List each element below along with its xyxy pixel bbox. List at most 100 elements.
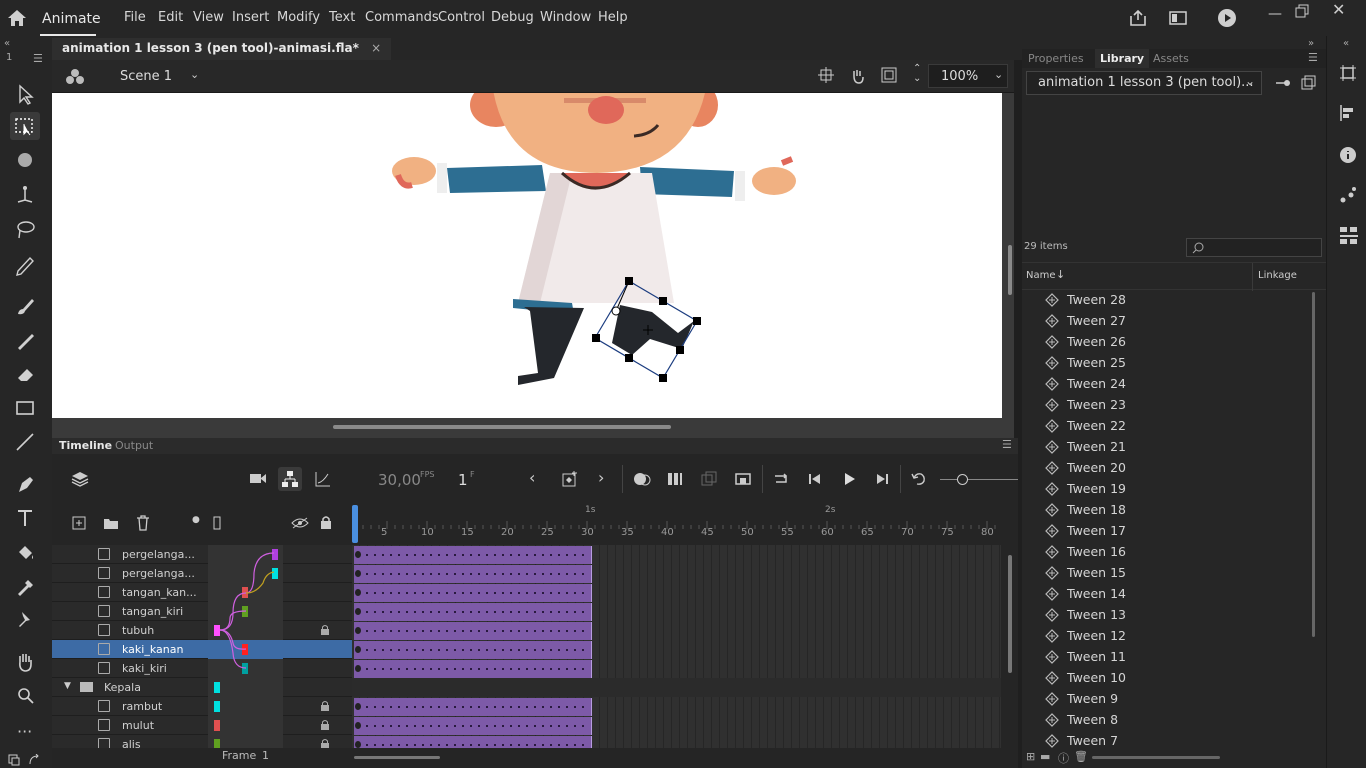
library-item[interactable]: Tween 23 — [1044, 395, 1304, 416]
paint-brush-tool-icon[interactable] — [10, 292, 40, 320]
layer-row[interactable]: kaki_kanan — [52, 640, 352, 659]
menu-text[interactable]: Text — [329, 10, 355, 25]
motion-tween-span[interactable] — [354, 717, 592, 735]
motion-tween-span[interactable] — [354, 584, 592, 602]
loop-icon[interactable] — [772, 470, 790, 488]
tab-output[interactable]: Output — [115, 439, 153, 452]
3d-rotation-tool-icon[interactable] — [10, 146, 40, 174]
fps-value[interactable]: 30,00 — [378, 471, 421, 489]
delete-layer-icon[interactable] — [136, 515, 150, 531]
column-name[interactable]: Name — [1026, 270, 1056, 281]
stroke-color-icon[interactable] — [8, 754, 20, 766]
next-keyframe-icon[interactable]: › — [598, 468, 604, 487]
menu-debug[interactable]: Debug — [491, 10, 534, 25]
motion-presets-icon[interactable] — [1339, 186, 1357, 204]
library-item[interactable]: Tween 20 — [1044, 458, 1304, 479]
library-doc-chevron-icon[interactable]: ⌄ — [1245, 74, 1255, 88]
keyframe-dot[interactable] — [355, 589, 361, 596]
tab-timeline[interactable]: Timeline — [59, 439, 112, 452]
bone-tool-icon[interactable] — [10, 182, 40, 210]
timeline-menu-icon[interactable]: ☰ — [1002, 438, 1012, 451]
tab-close-icon[interactable]: × — [371, 41, 381, 55]
close-window-button[interactable]: ✕ — [1332, 0, 1345, 19]
align-panel-icon[interactable] — [1339, 104, 1357, 122]
layer-row[interactable]: pergelanga... — [52, 564, 352, 583]
outline-layer-icon[interactable] — [213, 516, 221, 530]
motion-tween-span[interactable] — [354, 622, 592, 640]
keyframe-dot[interactable] — [355, 646, 361, 653]
tab-properties[interactable]: Properties — [1028, 52, 1084, 65]
library-item[interactable]: Tween 19 — [1044, 479, 1304, 500]
eyedropper-tool-icon[interactable] — [10, 572, 40, 600]
motion-tween-span[interactable] — [354, 565, 592, 583]
keyframe-dot[interactable] — [355, 570, 361, 577]
library-item[interactable]: Tween 7 — [1044, 731, 1304, 752]
library-item[interactable]: Tween 22 — [1044, 416, 1304, 437]
layer-color-tag[interactable] — [214, 701, 220, 712]
graph-icon[interactable] — [314, 470, 332, 488]
parenting-button[interactable] — [278, 467, 302, 491]
zoom-chevron-icon[interactable]: ⌄ — [994, 68, 1003, 81]
pin-library-icon[interactable] — [1275, 76, 1291, 90]
library-item[interactable]: Tween 28 — [1044, 290, 1304, 311]
new-layer-icon[interactable] — [72, 516, 86, 530]
new-library-panel-icon[interactable] — [1301, 75, 1316, 90]
loop-range-icon[interactable] — [734, 470, 752, 488]
library-item[interactable]: Tween 9 — [1044, 689, 1304, 710]
keyframe-dot[interactable] — [355, 627, 361, 634]
layer-row[interactable]: tangan_kan... — [52, 583, 352, 602]
keyframe-dot[interactable] — [355, 665, 361, 672]
library-item[interactable]: Tween 12 — [1044, 626, 1304, 647]
document-tab[interactable]: animation 1 lesson 3 (pen tool)-animasi.… — [52, 38, 392, 60]
library-item[interactable]: Tween 16 — [1044, 542, 1304, 563]
layer-lock-icon[interactable] — [320, 700, 330, 714]
layer-lock-icon[interactable] — [320, 719, 330, 733]
timeline-vscrollbar[interactable] — [1008, 555, 1012, 673]
menu-insert[interactable]: Insert — [232, 10, 269, 25]
lasso-tool-icon[interactable] — [10, 216, 40, 244]
workspace-icon[interactable] — [1168, 8, 1188, 28]
library-item[interactable]: Tween 26 — [1044, 332, 1304, 353]
library-item[interactable]: Tween 10 — [1044, 668, 1304, 689]
motion-tween-span[interactable] — [354, 660, 592, 678]
menu-modify[interactable]: Modify — [277, 10, 320, 25]
menu-control[interactable]: Control — [438, 10, 485, 25]
undo-icon[interactable] — [910, 470, 928, 488]
scene-icon[interactable] — [66, 68, 84, 86]
library-document-select[interactable]: animation 1 lesson 3 (pen tool)... ⌄ — [1026, 71, 1262, 95]
library-menu-icon[interactable]: ☰ — [1308, 51, 1318, 64]
motion-tween-span[interactable] — [354, 698, 592, 716]
edit-multiple-frames-icon[interactable] — [666, 470, 684, 488]
column-linkage[interactable]: Linkage — [1258, 270, 1297, 281]
motion-tween-span[interactable] — [354, 546, 592, 564]
more-tools-icon[interactable]: ··· — [17, 722, 32, 741]
layer-color-tag[interactable] — [214, 720, 220, 731]
library-item[interactable]: Tween 25 — [1044, 353, 1304, 374]
library-item[interactable]: Tween 27 — [1044, 311, 1304, 332]
camera-icon[interactable] — [249, 471, 267, 485]
menu-help[interactable]: Help — [598, 10, 628, 25]
menu-window[interactable]: Window — [540, 10, 591, 25]
layer-row[interactable]: mulut — [52, 716, 352, 735]
zoom-stepper[interactable]: ⌃ ⌄ — [913, 64, 921, 84]
zoom-tool-icon[interactable] — [10, 682, 40, 710]
layer-row[interactable]: tubuh — [52, 621, 352, 640]
highlight-layer-icon[interactable]: ● — [192, 515, 200, 525]
library-item[interactable]: Tween 17 — [1044, 521, 1304, 542]
layer-lock-icon[interactable] — [320, 624, 330, 638]
motion-tween-span[interactable] — [354, 641, 592, 659]
keyframe-dot[interactable] — [355, 551, 361, 558]
motion-tween-span[interactable] — [354, 603, 592, 621]
components-panel-icon[interactable] — [1339, 226, 1359, 246]
brush-tool-icon[interactable] — [10, 326, 40, 354]
step-forward-icon[interactable] — [873, 470, 891, 488]
playhead[interactable] — [352, 505, 358, 543]
library-item[interactable]: Tween 15 — [1044, 563, 1304, 584]
properties-icon[interactable]: ⓘ — [1058, 750, 1069, 766]
play-icon[interactable] — [840, 470, 858, 488]
layer-color-tag[interactable] — [214, 682, 220, 693]
pencil-tool-icon[interactable] — [10, 250, 40, 278]
library-item[interactable]: Tween 13 — [1044, 605, 1304, 626]
fit-stage-icon[interactable] — [881, 67, 897, 83]
library-hscrollbar[interactable] — [1092, 756, 1220, 759]
